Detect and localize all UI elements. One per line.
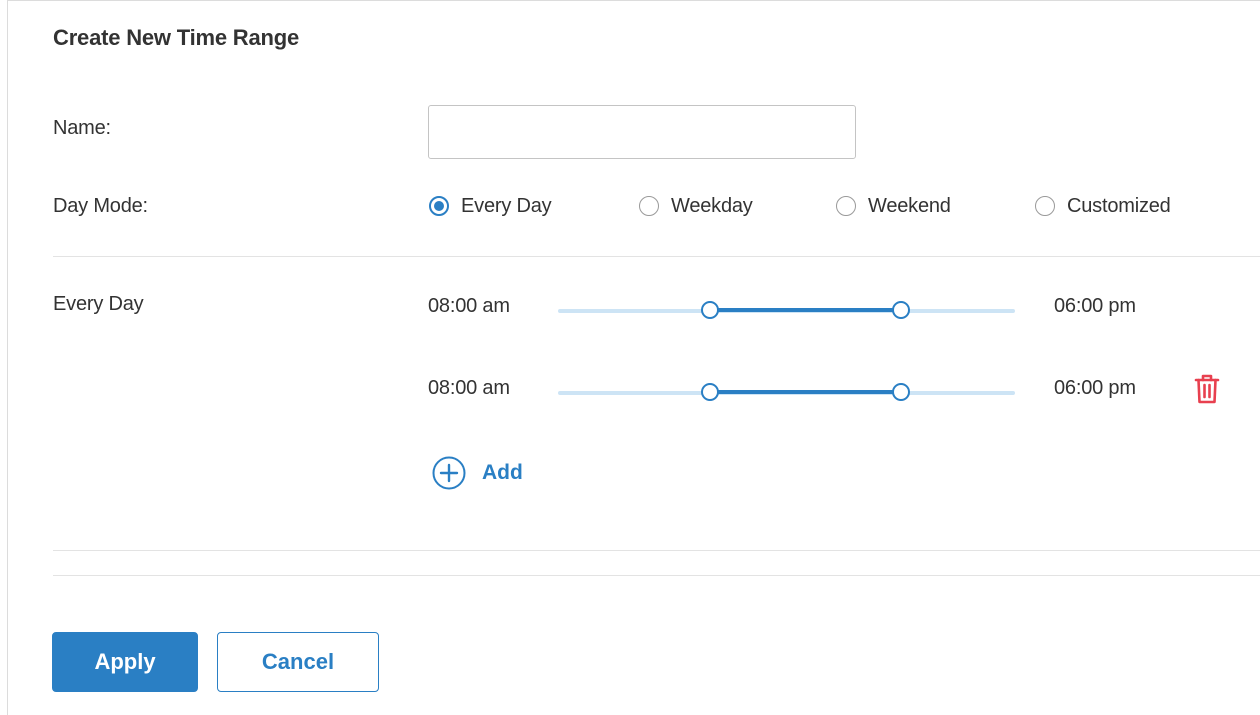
divider [53,256,1260,257]
radio-weekend[interactable]: Weekend [836,191,951,221]
radio-unchecked-icon [1035,196,1055,216]
plus-circle-icon [432,456,466,490]
radio-every-day[interactable]: Every Day [429,191,552,221]
slider-start-handle[interactable] [701,301,720,319]
name-label: Name: [53,117,111,139]
range-start-time: 08:00 am [428,377,510,399]
radio-label: Every Day [461,194,552,217]
radio-checked-icon [429,196,449,216]
range-start-time: 08:00 am [428,295,510,317]
radio-label: Customized [1067,194,1171,217]
page-title: Create New Time Range [53,25,300,50]
name-input[interactable] [428,105,856,159]
apply-button[interactable]: Apply [52,632,198,692]
radio-weekday[interactable]: Weekday [639,191,753,221]
cancel-button[interactable]: Cancel [217,632,379,692]
divider [53,575,1260,576]
slider-start-handle[interactable] [701,383,720,401]
time-range-slider[interactable] [558,301,1015,321]
time-range-slider[interactable] [558,383,1015,403]
divider [53,550,1260,551]
trash-icon[interactable] [1194,373,1220,405]
create-time-range-panel: Create New Time Range Name: Day Mode: Ev… [7,0,1260,715]
range-end-time: 06:00 pm [1054,377,1136,399]
schedule-section-label: Every Day [53,293,144,315]
add-range-button[interactable]: Add [432,456,523,490]
day-mode-label: Day Mode: [53,195,148,217]
radio-unchecked-icon [836,196,856,216]
slider-end-handle[interactable] [891,383,910,401]
radio-customized[interactable]: Customized [1035,191,1171,221]
radio-label: Weekend [868,194,951,217]
range-end-time: 06:00 pm [1054,295,1136,317]
add-label: Add [482,461,523,484]
radio-unchecked-icon [639,196,659,216]
slider-end-handle[interactable] [891,301,910,319]
slider-range [710,390,901,394]
radio-label: Weekday [671,194,753,217]
slider-range [710,308,901,312]
